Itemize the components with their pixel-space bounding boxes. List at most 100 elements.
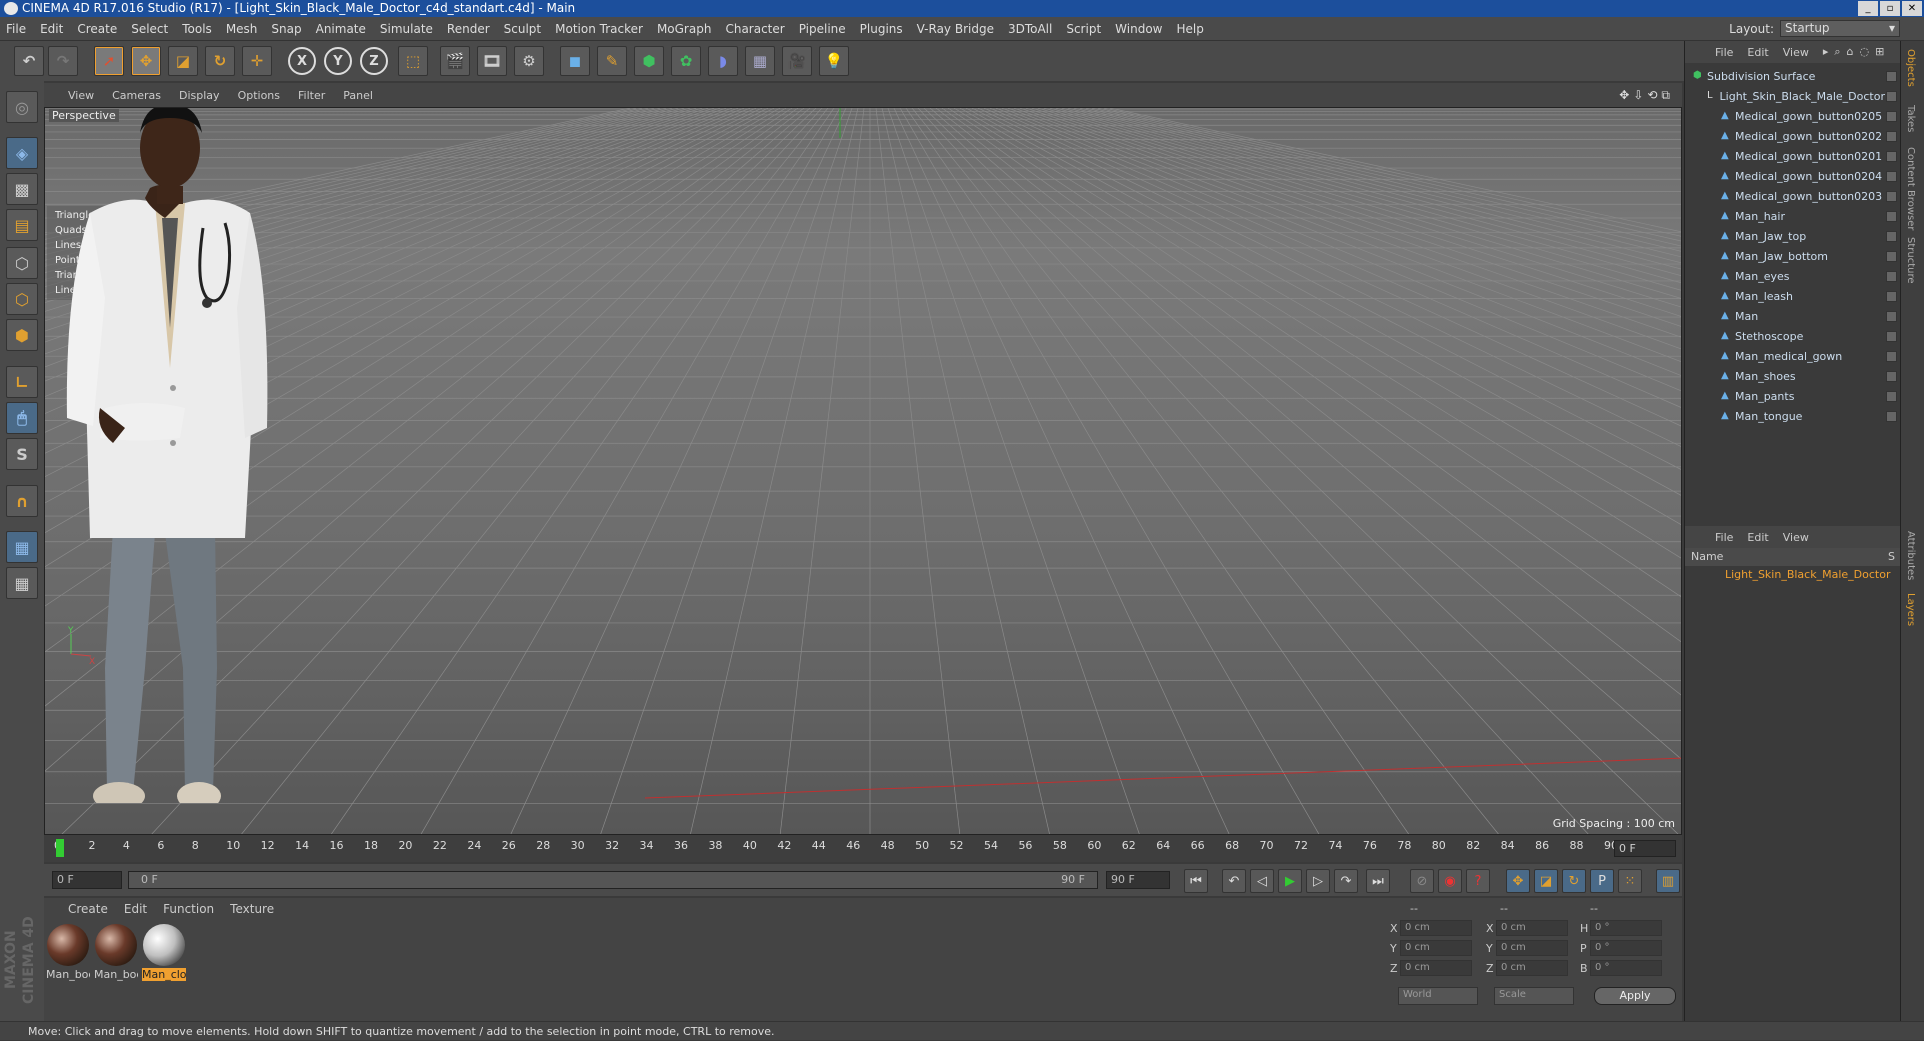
menu-file[interactable]: File (6, 22, 26, 36)
object-tree-item[interactable]: ▲ Man_leash (1685, 286, 1897, 306)
tab-layers[interactable]: Layers (1905, 593, 1916, 626)
menu-plugins[interactable]: Plugins (860, 22, 903, 36)
menu-sculpt[interactable]: Sculpt (504, 22, 541, 36)
object-tree-item[interactable]: ▲ Man_shoes (1685, 366, 1897, 386)
menu-select[interactable]: Select (131, 22, 168, 36)
move-tool-icon[interactable]: ✥ (131, 46, 161, 76)
previous-key-icon[interactable]: ↶ (1222, 869, 1246, 893)
close-button[interactable]: ✕ (1902, 1, 1922, 16)
menu-help[interactable]: Help (1176, 22, 1203, 36)
key-scale-icon[interactable]: ◪ (1534, 869, 1558, 893)
z-axis-lock-icon[interactable]: Z (360, 47, 388, 75)
visibility-toggle[interactable] (1886, 290, 1897, 302)
visibility-toggle[interactable] (1886, 130, 1897, 142)
object-tree-item[interactable]: ▲ Man_eyes (1685, 266, 1897, 286)
go-to-end-icon[interactable]: ⏭ (1366, 869, 1390, 893)
minimize-button[interactable]: _ (1858, 1, 1878, 16)
objects-menu-edit[interactable]: Edit (1747, 46, 1768, 59)
cloner-icon[interactable]: ✿ (671, 46, 701, 76)
position-z-field[interactable]: 0 cm (1400, 960, 1472, 976)
menu-mograph[interactable]: MoGraph (657, 22, 712, 36)
tab-content-browser[interactable]: Content Browser (1905, 147, 1916, 230)
material-menu-create[interactable]: Create (68, 902, 108, 916)
material-swatch[interactable]: Man_boc (94, 924, 138, 986)
visibility-toggle[interactable] (1886, 110, 1897, 122)
viewport-menu-cameras[interactable]: Cameras (112, 89, 161, 102)
menu-create[interactable]: Create (77, 22, 117, 36)
render-picture-viewer-icon[interactable]: 🎞 (477, 46, 507, 76)
start-frame-field[interactable]: 0 F (52, 871, 122, 889)
pen-spline-icon[interactable]: ✎ (597, 46, 627, 76)
object-tree-item[interactable]: ▲ Medical_gown_button0205 (1685, 106, 1897, 126)
autokey-icon[interactable]: ◉ (1438, 869, 1462, 893)
layout-select[interactable]: Startup ▾ (1780, 20, 1900, 37)
planar-workplane-icon[interactable]: ▦ (6, 567, 38, 599)
size-x-field[interactable]: 0 cm (1496, 920, 1568, 936)
magnet-icon[interactable]: ∩ (6, 485, 38, 517)
visibility-toggle[interactable] (1886, 230, 1897, 242)
objects-toolbar-icons[interactable]: ▸⌕⌂◌⊞ (1823, 45, 1890, 59)
viewport-menu-options[interactable]: Options (238, 89, 280, 102)
end-frame-field[interactable]: 90 F (1106, 871, 1170, 889)
menu-animate[interactable]: Animate (316, 22, 366, 36)
undo-icon[interactable]: ↶ (14, 46, 44, 76)
key-parameter-icon[interactable]: P (1590, 869, 1614, 893)
rotate-tool-icon[interactable]: ↻ (205, 46, 235, 76)
size-z-field[interactable]: 0 cm (1496, 960, 1568, 976)
menu-pipeline[interactable]: Pipeline (799, 22, 846, 36)
cube-icon[interactable]: ◼ (560, 46, 590, 76)
menu-simulate[interactable]: Simulate (380, 22, 433, 36)
object-tree-item[interactable]: ▲ Man_tongue (1685, 406, 1897, 426)
coordinate-mode-select[interactable]: World (1398, 987, 1478, 1005)
layers-menu-file[interactable]: File (1715, 531, 1733, 544)
object-tree-item[interactable]: ▲ Medical_gown_button0203 (1685, 186, 1897, 206)
object-tree-item[interactable]: ▲ Man_Jaw_bottom (1685, 246, 1897, 266)
material-menu-function[interactable]: Function (163, 902, 214, 916)
current-frame-field[interactable]: 0 F (1614, 840, 1676, 857)
next-key-icon[interactable]: ↷ (1334, 869, 1358, 893)
key-position-icon[interactable]: ✥ (1506, 869, 1530, 893)
live-selection-icon[interactable]: ➚ (94, 46, 124, 76)
scale-tool-icon[interactable]: ◪ (168, 46, 198, 76)
visibility-toggle[interactable] (1886, 90, 1897, 102)
object-tree-item[interactable]: ▲ Medical_gown_button0201 (1685, 146, 1897, 166)
snap-icon[interactable]: S (6, 438, 38, 470)
floor-icon[interactable]: ▦ (745, 46, 775, 76)
viewport-menu-filter[interactable]: Filter (298, 89, 325, 102)
visibility-toggle[interactable] (1886, 390, 1897, 402)
object-tree-item[interactable]: ⬢ Subdivision Surface (1685, 66, 1897, 86)
play-icon[interactable]: ▶ (1278, 869, 1302, 893)
rotation-p-field[interactable]: 0 ° (1590, 940, 1662, 956)
deformer-icon[interactable]: ◗ (708, 46, 738, 76)
menu-vray-bridge[interactable]: V-Ray Bridge (917, 22, 994, 36)
render-view-icon[interactable]: 🎬 (440, 46, 470, 76)
menu-script[interactable]: Script (1066, 22, 1101, 36)
axis-mode-icon[interactable]: ∟ (6, 366, 38, 398)
y-axis-lock-icon[interactable]: Y (324, 47, 352, 75)
timeline-ticks[interactable]: 0246810121416182022242628303234363840424… (54, 835, 1618, 862)
viewport-menu-panel[interactable]: Panel (343, 89, 373, 102)
object-tree-item[interactable]: ▲ Man (1685, 306, 1897, 326)
rotation-h-field[interactable]: 0 ° (1590, 920, 1662, 936)
menu-snap[interactable]: Snap (271, 22, 301, 36)
tab-structure[interactable]: Structure (1905, 237, 1916, 284)
layers-menu-view[interactable]: View (1783, 531, 1809, 544)
polygons-mode-icon[interactable]: ⬢ (6, 319, 38, 351)
doctor-3d-model[interactable] (45, 108, 295, 803)
layer-row[interactable]: Light_Skin_Black_Male_Doctor (1685, 566, 1901, 584)
material-menu-texture[interactable]: Texture (230, 902, 274, 916)
key-point-level-icon[interactable]: ⁙ (1618, 869, 1642, 893)
viewport-menu-view[interactable]: View (68, 89, 94, 102)
rotation-b-field[interactable]: 0 ° (1590, 960, 1662, 976)
edges-mode-icon[interactable]: ⬡ (6, 283, 38, 315)
visibility-toggle[interactable] (1886, 170, 1897, 182)
visibility-toggle[interactable] (1886, 210, 1897, 222)
recent-tool-icon[interactable]: ✛ (242, 46, 272, 76)
camera-icon[interactable]: 🎥 (782, 46, 812, 76)
object-tree-item[interactable]: ▲ Medical_gown_button0204 (1685, 166, 1897, 186)
next-frame-icon[interactable]: ▷ (1306, 869, 1330, 893)
tab-objects[interactable]: Objects (1905, 49, 1916, 87)
objects-menu-view[interactable]: View (1783, 46, 1809, 59)
texture-mode-icon[interactable]: ▩ (6, 173, 38, 205)
menu-motion-tracker[interactable]: Motion Tracker (555, 22, 643, 36)
